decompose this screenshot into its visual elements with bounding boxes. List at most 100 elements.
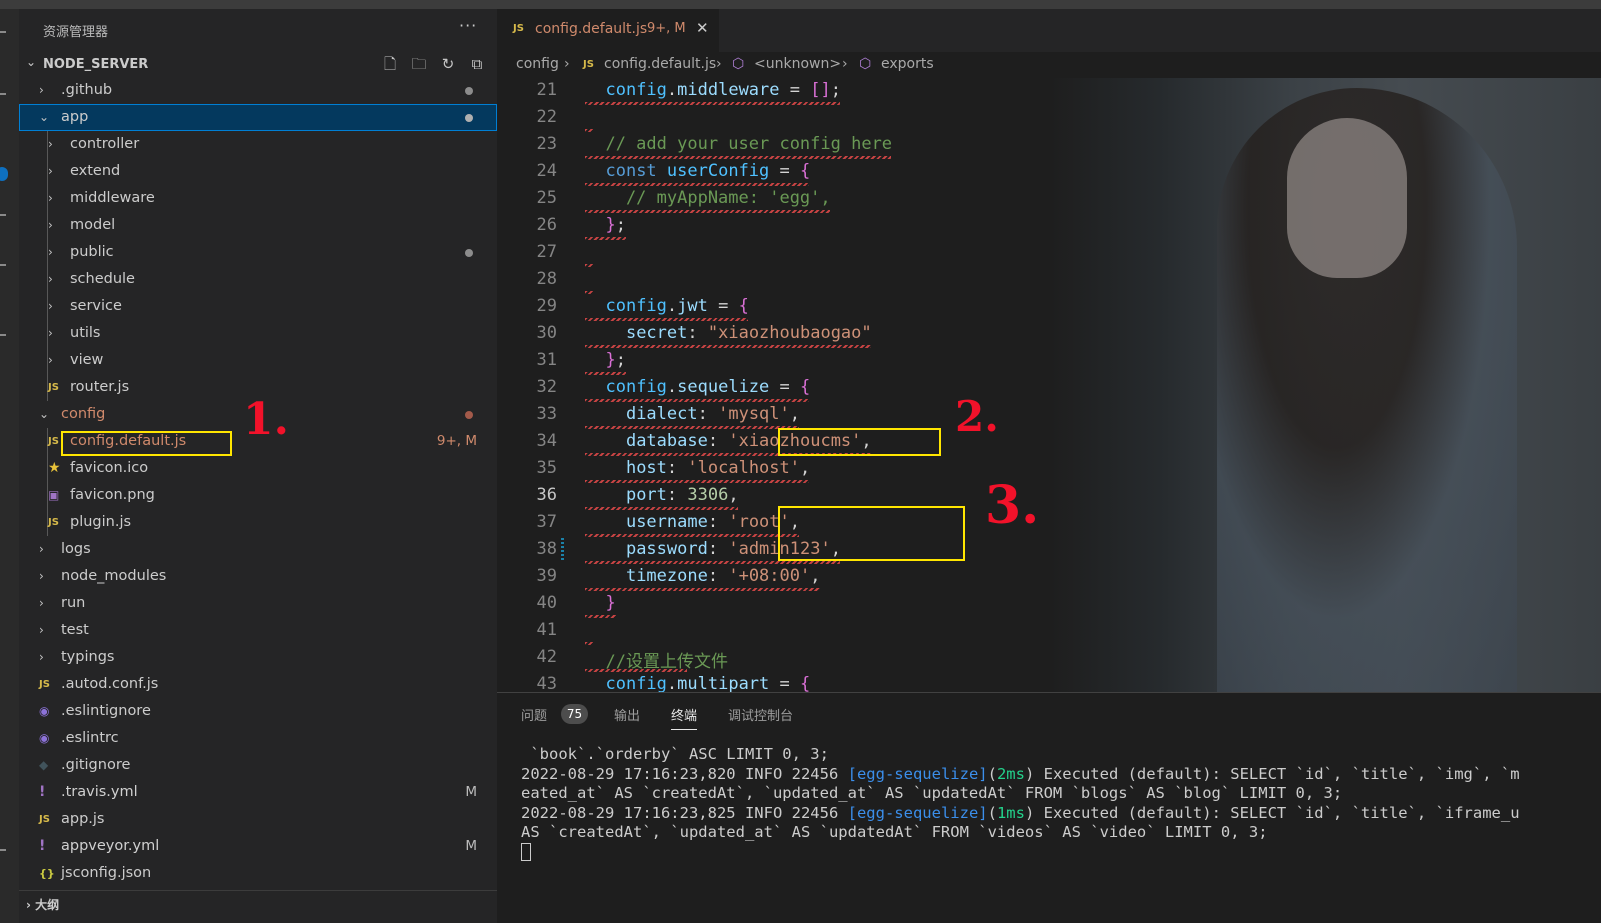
chevron-down-icon: ⌄ [39, 110, 50, 124]
modified-dot-icon [465, 114, 473, 122]
eslint-icon: ◉ [39, 731, 50, 745]
tree-item[interactable]: › .github [19, 77, 497, 104]
code-line: // myAppName: 'egg', [585, 188, 831, 208]
bottom-panel: 问题 75 输出 终端 调试控制台 `book`.`orderby` ASC L… [497, 692, 1601, 923]
chevron-right-icon: › [842, 56, 848, 72]
more-actions-icon[interactable]: ··· [459, 16, 477, 35]
activity-bar [0, 9, 19, 923]
tree-item-label: app [61, 109, 89, 125]
close-icon[interactable]: ✕ [696, 19, 709, 37]
activity-remote-icon[interactable] [0, 334, 6, 336]
terminal-cursor[interactable] [521, 843, 1520, 863]
tree-item-label: favicon.png [70, 487, 155, 503]
tree-item[interactable]: ★ favicon.ico [19, 455, 497, 482]
code-line: config.middleware = []; [605, 80, 842, 100]
new-file-icon[interactable]: 🗋 [381, 55, 399, 73]
tree-item[interactable]: ! .travis.yml M [19, 779, 497, 806]
tree-item[interactable]: ◉ .eslintignore [19, 698, 497, 725]
tree-item[interactable]: › test [19, 617, 497, 644]
tree-item[interactable]: › view [19, 347, 497, 374]
code-editor[interactable]: 21 22 23 24 25 26 27 28 29 30 31 32 33 34 35 36 37 38 39 40… [497, 78, 1601, 692]
tree-item[interactable]: › middleware [19, 185, 497, 212]
error-squiggle [585, 264, 593, 267]
line-number: 39 [536, 566, 557, 586]
tab-config-default-js[interactable]: JS config.default.js 9+, M ✕ [497, 9, 719, 52]
workspace-section-header[interactable]: ⌄ NODE_SERVER 🗋 🗀 ↻ ⧉ [19, 51, 497, 77]
tree-item[interactable]: JS app.js [19, 806, 497, 833]
tree-item-label: extend [70, 163, 121, 179]
explorer-sidebar: 资源管理器 ··· ⌄ NODE_SERVER 🗋 🗀 ↻ ⧉ › .github… [19, 9, 497, 923]
code-line: secret: "xiaozhoubaogao" [625, 323, 872, 343]
tree-item[interactable]: › controller [19, 131, 497, 158]
tree-item[interactable]: › node_modules [19, 563, 497, 590]
tree-item[interactable]: ! appveyor.yml M [19, 833, 497, 860]
terminal-output[interactable]: `book`.`orderby` ASC LIMIT 0, 3; 2022-08-… [521, 745, 1520, 863]
annotation-box-3 [778, 506, 965, 561]
terminal-line: 2022-08-29 17:16:23,820 INFO 22456 [egg-… [521, 764, 1520, 783]
tab-output[interactable]: 输出 [614, 705, 640, 724]
tree-item-label: logs [61, 541, 91, 557]
breadcrumb-item[interactable]: exports [881, 56, 934, 72]
tree-item[interactable]: › schedule [19, 266, 497, 293]
tab-problems[interactable]: 问题 [521, 705, 547, 724]
collapse-all-icon[interactable]: ⧉ [468, 55, 486, 73]
tree-item[interactable]: › extend [19, 158, 497, 185]
tree-item[interactable]: ▣ favicon.png [19, 482, 497, 509]
line-number: 26 [536, 215, 557, 235]
refresh-icon[interactable]: ↻ [439, 55, 457, 73]
tree-item[interactable]: ⌄ app [19, 104, 497, 131]
tree-item[interactable]: ◉ .eslintrc [19, 725, 497, 752]
chevron-right-icon: › [48, 326, 53, 340]
tree-item-label: router.js [70, 379, 130, 395]
tab-debug-console-label: 调试控制台 [728, 709, 794, 724]
line-number: 41 [536, 620, 557, 640]
tree-item[interactable]: JS .autod.conf.js [19, 671, 497, 698]
tab-debug-console[interactable]: 调试控制台 [728, 705, 793, 724]
tree-item[interactable]: › typings [19, 644, 497, 671]
breadcrumb-item[interactable]: config.default.js [604, 56, 716, 72]
title-bar [0, 0, 1601, 9]
tree-item[interactable]: › logs [19, 536, 497, 563]
tree-item[interactable]: › public [19, 239, 497, 266]
tree-item-label: appveyor.yml [61, 838, 160, 854]
tree-item-label: run [61, 595, 86, 611]
activity-debug-icon[interactable] [0, 214, 6, 216]
error-squiggle [585, 561, 840, 564]
error-squiggle [585, 210, 830, 213]
activity-account-icon[interactable] [0, 849, 6, 851]
tab-problems-badge: 9+, M [647, 21, 686, 36]
error-squiggle [585, 372, 626, 375]
line-number: 38 [536, 539, 557, 559]
chevron-right-icon: › [564, 56, 570, 72]
new-folder-icon[interactable]: 🗀 [410, 55, 428, 73]
module-icon: ⬡ [859, 56, 872, 72]
line-number: 37 [536, 512, 557, 532]
activity-search-icon[interactable] [0, 93, 6, 95]
tab-terminal[interactable]: 终端 [671, 705, 698, 730]
editor-tab-bar: JS config.default.js 9+, M ✕ [497, 9, 1601, 52]
error-squiggle [585, 399, 810, 402]
tree-item[interactable]: {} jsconfig.json [19, 860, 497, 887]
chevron-right-icon: › [39, 650, 44, 664]
activity-explorer-icon[interactable] [0, 31, 6, 33]
scm-badge-icon[interactable] [0, 167, 8, 181]
tree-item[interactable]: JS plugin.js [19, 509, 497, 536]
tree-item[interactable]: ◆ .gitignore [19, 752, 497, 779]
breadcrumb-item[interactable]: <unknown> [754, 56, 841, 72]
tree-item-label: config [61, 406, 106, 422]
line-number: 23 [536, 134, 557, 154]
outline-title: › 大纲 [26, 898, 60, 912]
explorer-title: 资源管理器 [43, 25, 109, 40]
annotation-number-1: 1. [243, 394, 289, 445]
tree-item[interactable]: › model [19, 212, 497, 239]
activity-extensions-icon[interactable] [0, 264, 6, 266]
tree-item-label: controller [70, 136, 140, 152]
line-number: 30 [536, 323, 557, 343]
outline-section-header[interactable]: › 大纲 [19, 890, 497, 923]
error-squiggle [585, 237, 626, 240]
breadcrumb-item[interactable]: config [516, 56, 559, 72]
tree-item[interactable]: › utils [19, 320, 497, 347]
chevron-right-icon: › [716, 56, 722, 72]
tree-item[interactable]: › service [19, 293, 497, 320]
tree-item[interactable]: › run [19, 590, 497, 617]
